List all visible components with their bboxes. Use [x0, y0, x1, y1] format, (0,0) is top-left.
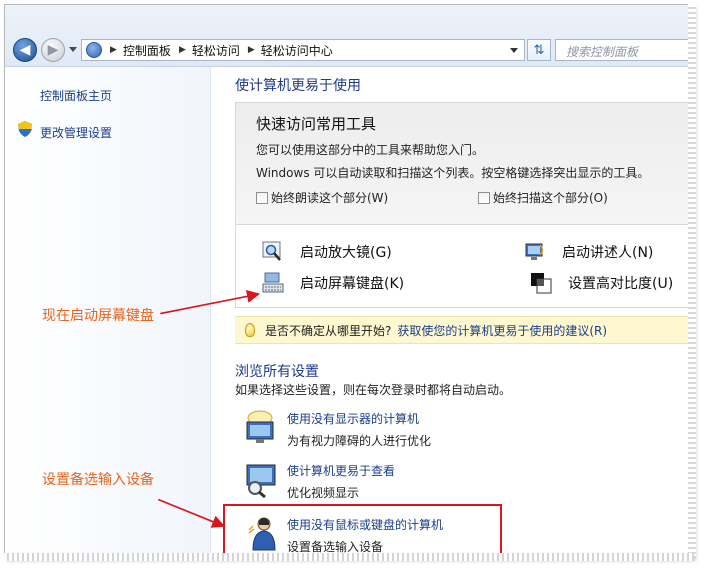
forward-button[interactable]: ▶: [41, 38, 65, 62]
breadcrumb[interactable]: ▶ 控制面板 ▶ 轻松访问 ▶ 轻松访问中心: [81, 39, 525, 61]
arrow-left-icon: ◀: [19, 42, 31, 58]
lightbulb-icon: [245, 323, 255, 337]
tool-label: 启动放大镜(G): [300, 245, 392, 261]
history-dropdown-icon[interactable]: [69, 47, 77, 52]
frame-edge: [4, 553, 694, 561]
browse-settings-subtitle: 如果选择这些设置，则在每次登录时都将自动启动。: [235, 383, 512, 397]
sidebar-item-change-admin-settings[interactable]: 更改管理设置: [40, 124, 112, 141]
checkbox-unchecked-icon[interactable]: [256, 191, 268, 204]
tool-label: 设置高对比度(U): [568, 276, 674, 292]
highlight-box: [223, 504, 502, 555]
chevron-right-icon[interactable]: ▶: [179, 45, 186, 55]
monitor-magnifier-icon: [246, 464, 276, 498]
browse-settings-title: 浏览所有设置: [235, 364, 319, 380]
start-magnifier-button[interactable]: 启动放大镜(G): [262, 241, 392, 263]
breadcrumb-item[interactable]: 轻松访问: [192, 42, 240, 59]
quick-access-description: 您可以使用这部分中的工具来帮助您入门。: [256, 143, 485, 157]
tool-label: 启动讲述人(N): [562, 245, 654, 261]
use-without-display-link[interactable]: 使用没有显示器的计算机: [287, 410, 419, 427]
item-description: 为有视力障碍的人进行优化: [287, 434, 432, 448]
tip-bar: 是否不确定从哪里开始? 获取使您的计算机更易于使用的建议(R): [235, 316, 691, 344]
quick-access-panel: 快速访问常用工具 您可以使用这部分中的工具来帮助您入门。 Windows 可以自…: [235, 102, 691, 308]
always-read-checkbox[interactable]: 始终朗读这个部分(W): [256, 189, 388, 206]
make-easier-to-see-link[interactable]: 使计算机更易于查看: [287, 462, 395, 479]
chevron-right-icon[interactable]: ▶: [110, 45, 117, 55]
item-description: 优化视频显示: [287, 486, 360, 500]
set-high-contrast-button[interactable]: 设置高对比度(U): [530, 272, 673, 294]
quick-access-title: 快速访问常用工具: [256, 115, 377, 133]
shield-icon: [18, 121, 32, 137]
start-narrator-button[interactable]: 启动讲述人(N): [524, 241, 653, 263]
annotation-input-device: 设置备选输入设备: [42, 472, 154, 488]
control-panel-icon: [86, 42, 102, 58]
tip-text: 是否不确定从哪里开始?: [265, 323, 392, 338]
start-on-screen-keyboard-button[interactable]: 启动屏幕键盘(K): [262, 272, 404, 294]
arrow-right-icon: ▶: [47, 42, 59, 58]
monitor-speech-icon: [246, 410, 274, 443]
tool-label: 启动屏幕键盘(K): [300, 276, 405, 292]
quick-access-header: 快速访问常用工具 您可以使用这部分中的工具来帮助您入门。 Windows 可以自…: [236, 103, 691, 225]
checkbox-label: 始终朗读这个部分(W): [271, 191, 389, 205]
quick-access-instructions: Windows 可以自动读取和扫描这个列表。按空格键选择突出显示的工具。: [256, 166, 650, 180]
contrast-icon: [531, 273, 552, 294]
get-recommendations-link[interactable]: 获取使您的计算机更易于使用的建议(R): [397, 322, 607, 339]
refresh-icon: ⇅: [533, 42, 545, 58]
magnifier-icon: [262, 241, 281, 261]
sidebar-item-control-panel-home[interactable]: 控制面板主页: [40, 87, 112, 104]
address-bar: ◀ ▶ ▶ 控制面板 ▶ 轻松访问 ▶ 轻松访问中心 ⇅ 搜索控制面板: [5, 5, 691, 67]
checkbox-label: 始终扫描这个部分(O): [493, 191, 608, 205]
address-dropdown-icon[interactable]: [510, 48, 518, 53]
always-scan-checkbox[interactable]: 始终扫描这个部分(O): [478, 189, 608, 206]
page-title: 使计算机更易于使用: [235, 78, 361, 94]
annotation-start-keyboard: 现在启动屏幕键盘: [42, 308, 154, 324]
search-input[interactable]: 搜索控制面板: [555, 39, 691, 61]
keyboard-icon: [262, 272, 284, 293]
frame-edge: [688, 4, 696, 556]
chevron-right-icon[interactable]: ▶: [248, 45, 255, 55]
back-button[interactable]: ◀: [13, 38, 37, 62]
window: ◀ ▶ ▶ 控制面板 ▶ 轻松访问 ▶ 轻松访问中心 ⇅ 搜索控制面板 控制面板…: [4, 4, 692, 556]
narrator-icon: [525, 243, 544, 260]
checkbox-unchecked-icon[interactable]: [478, 191, 490, 204]
breadcrumb-item[interactable]: 轻松访问中心: [261, 42, 333, 59]
breadcrumb-item[interactable]: 控制面板: [123, 42, 171, 59]
refresh-button[interactable]: ⇅: [527, 39, 551, 61]
